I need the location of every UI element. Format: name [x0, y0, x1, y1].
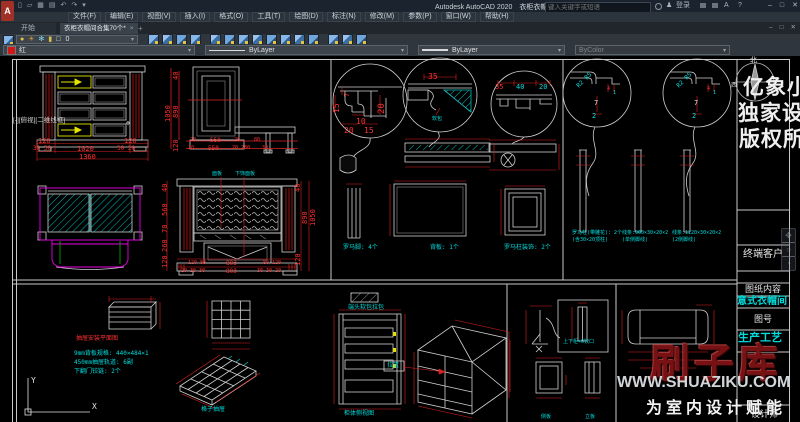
layer-tool-icon[interactable]: [190, 34, 201, 45]
viewport-label[interactable]: [-][俯视][二维线框]: [13, 114, 65, 124]
layer-tools-group: [148, 34, 367, 44]
redo-icon[interactable]: ↷: [71, 1, 77, 11]
pan-icon[interactable]: ✥: [781, 228, 796, 243]
save-icon[interactable]: ▦: [37, 1, 44, 11]
freeze-icon: ✻: [39, 36, 45, 44]
autocad-window: ▯ ▱ ▦ ▤ ↶ ↷ ▾ Autodesk AutoCAD 2020 衣柜衣帽间合集70个…: [0, 0, 800, 422]
menu-item-文件(F)[interactable]: 文件(F): [68, 12, 101, 22]
open-icon[interactable]: ▱: [27, 1, 32, 11]
layer-name: 0: [65, 36, 69, 43]
lineweight-value: ByLayer: [452, 47, 478, 54]
watermark-slogan: 为室内设计赋能: [646, 394, 786, 418]
layer-status-icons: ● ☀ ✻▮ □: [20, 36, 62, 44]
new-icon[interactable]: ▯: [18, 1, 22, 11]
lock-icon: ▮: [48, 36, 52, 44]
doc-minimize-button[interactable]: –: [769, 22, 773, 33]
undo-icon[interactable]: ↶: [61, 1, 67, 11]
menu-item-帮助(H)[interactable]: 帮助(H): [480, 12, 514, 22]
layer-tool-icon[interactable]: [210, 34, 221, 45]
user-icon[interactable]: ♟: [666, 1, 672, 11]
layer-tool-icon[interactable]: [252, 34, 263, 45]
close-button[interactable]: ✕: [792, 0, 798, 11]
doc-restore-button[interactable]: □: [780, 22, 784, 33]
menu-items: 文件(F) 编辑(E) 视图(V) 插入(I)格式(O) 工具(T) 绘图(D) 标注(N)…: [68, 12, 518, 22]
new-tab-button[interactable]: +: [138, 23, 143, 34]
color-chip-icon: □: [56, 36, 60, 44]
chevron-down-icon[interactable]: ▾: [188, 47, 191, 54]
tab-document-label: 衣柜衣帽间合集70个*: [64, 23, 126, 34]
search-box[interactable]: [545, 2, 651, 13]
menu-item-绘图(D)[interactable]: 绘图(D): [289, 12, 323, 22]
menu-item-插入(I)[interactable]: 插入(I): [180, 12, 211, 22]
color-combo[interactable]: 红 ▾: [3, 45, 195, 55]
title-bar: ▯▱▦▤↶↷▾ Autodesk AutoCAD 2020 衣柜衣帽间合集70个…: [0, 0, 800, 12]
layer-tool-icon[interactable]: [294, 34, 305, 45]
menu-item-参数(P)[interactable]: 参数(P): [403, 12, 436, 22]
cart-icon[interactable]: [712, 3, 718, 8]
chevron-down-icon[interactable]: ▾: [401, 47, 404, 54]
menu-item-修改(M)[interactable]: 修改(M): [365, 12, 400, 22]
chevron-down-icon[interactable]: ▾: [131, 36, 134, 43]
zoom-icon[interactable]: ○: [781, 242, 796, 257]
tab-close-icon[interactable]: ×: [130, 23, 134, 34]
workspace-dropdown-icon[interactable]: ▾: [82, 1, 86, 11]
color-value: 红: [19, 45, 26, 55]
menu-item-标注(N)[interactable]: 标注(N): [327, 12, 361, 22]
layer-tool-icon[interactable]: [162, 34, 173, 45]
lineweight-sample: [422, 49, 448, 51]
menu-item-格式(O)[interactable]: 格式(O): [214, 12, 248, 22]
bulb-icon: ●: [20, 36, 24, 44]
layer-combo[interactable]: ● ☀ ✻▮ □ 0 ▾: [16, 35, 138, 44]
layer-tool-icon[interactable]: [342, 34, 353, 45]
plot-icon[interactable]: ▤: [49, 1, 56, 11]
minimize-button[interactable]: –: [768, 0, 772, 11]
app-title: Autodesk AutoCAD 2020: [435, 4, 512, 11]
sun-icon: ☀: [28, 36, 34, 44]
plotstyle-combo: ByColor ▾: [575, 45, 730, 55]
layer-tool-icon[interactable]: [224, 34, 235, 45]
menu-item-编辑(E)[interactable]: 编辑(E): [105, 12, 138, 22]
layer-tool-icon[interactable]: [356, 34, 367, 45]
menu-item-视图(V)[interactable]: 视图(V): [142, 12, 175, 22]
layer-tool-icon[interactable]: [148, 34, 159, 45]
linetype-sample: [209, 50, 245, 51]
color-swatch: [7, 46, 16, 55]
menu-item-工具(T)[interactable]: 工具(T): [252, 12, 285, 22]
layer-tool-icon[interactable]: [328, 34, 339, 45]
layer-tool-icon[interactable]: [308, 34, 319, 45]
tab-document[interactable]: 衣柜衣帽间合集70个* ×: [60, 23, 138, 34]
chevron-down-icon: ▾: [723, 47, 726, 54]
menu-item-窗口(W)[interactable]: 窗口(W): [441, 12, 476, 22]
orbit-icon[interactable]: ◔: [781, 256, 796, 271]
search-icon[interactable]: [655, 3, 662, 10]
sign-in-button[interactable]: 登录: [676, 1, 690, 11]
help-icon[interactable]: ?: [738, 1, 742, 11]
layer-tool-icon[interactable]: [238, 34, 249, 45]
autodesk-a-icon[interactable]: A: [724, 1, 729, 11]
tab-start[interactable]: 开始: [0, 23, 56, 34]
autocad-app-button[interactable]: A: [1, 1, 14, 21]
maximize-button[interactable]: □: [780, 0, 784, 11]
search-input[interactable]: [546, 4, 650, 11]
plotstyle-value: ByColor: [579, 47, 604, 54]
linetype-value: ByLayer: [249, 47, 275, 54]
linetype-combo[interactable]: ByLayer ▾: [205, 45, 408, 55]
layer-tool-icon[interactable]: [266, 34, 277, 45]
doc-close-button[interactable]: ✕: [791, 22, 796, 33]
app-store-icon[interactable]: [700, 3, 706, 8]
layer-tool-icon[interactable]: [280, 34, 291, 45]
lineweight-combo[interactable]: ByLayer ▾: [418, 45, 565, 55]
chevron-down-icon[interactable]: ▾: [558, 47, 561, 54]
watermark-url: WWW.SHUAZIKU.COM: [617, 374, 790, 392]
quick-access-toolbar: ▯ ▱ ▦ ▤ ↶ ↷ ▾: [18, 1, 86, 11]
layer-tool-icon[interactable]: [176, 34, 187, 45]
